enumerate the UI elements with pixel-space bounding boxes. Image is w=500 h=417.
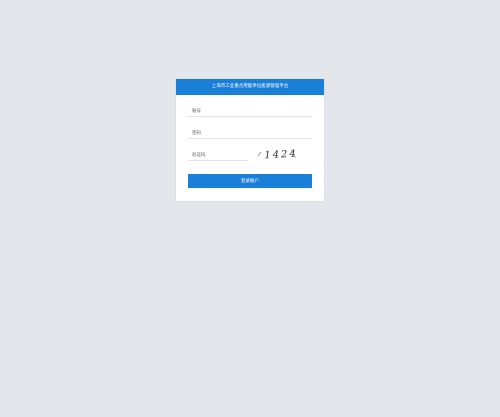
login-card: 上海市工业重点用能单位能源管理平台 账号 密码 验证码 1424 登录账户 [176,79,324,201]
account-field[interactable]: 账号 [188,107,312,117]
account-placeholder: 账号 [192,109,201,114]
captcha-text: 1424 [264,149,298,161]
login-header-title: 上海市工业重点用能单位能源管理平台 [176,79,324,95]
password-field[interactable]: 密码 [188,129,312,139]
login-button[interactable]: 登录账户 [188,174,312,188]
captcha-placeholder: 验证码 [192,153,206,158]
captcha-field[interactable]: 验证码 [188,151,248,161]
password-placeholder: 密码 [192,131,201,136]
captcha-image[interactable]: 1424 [256,147,306,161]
